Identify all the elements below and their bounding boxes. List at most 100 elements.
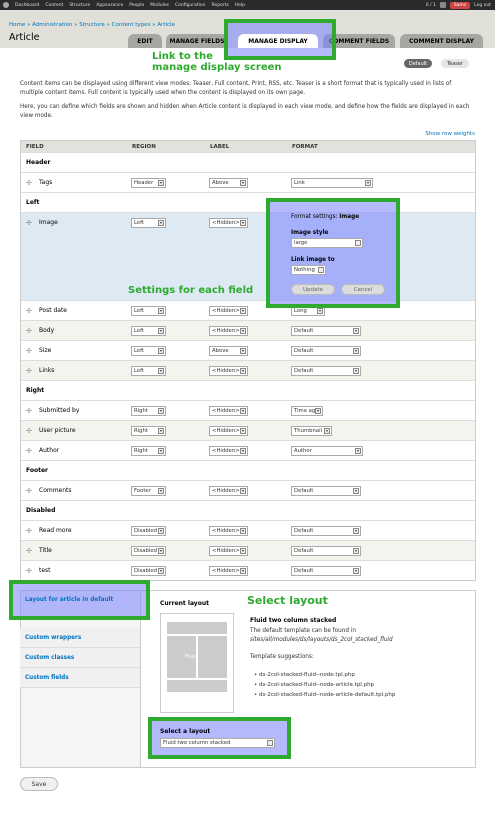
- link-image-select[interactable]: Nothing: [291, 265, 326, 275]
- region-row-disabled: Disabled: [21, 500, 475, 520]
- label-select[interactable]: <Hidden> ▾: [209, 546, 248, 556]
- label-select[interactable]: <Hidden> ▾: [209, 486, 248, 496]
- format-select[interactable]: Thumbnail ▾: [291, 426, 332, 436]
- label-select[interactable]: <Hidden> ▾: [209, 426, 248, 436]
- drag-handle-icon[interactable]: ✢: [26, 548, 32, 555]
- image-style-label: Image style: [291, 230, 329, 236]
- show-row-weights-link[interactable]: Show row weights: [425, 131, 475, 137]
- toolbar-structure[interactable]: Structure: [69, 3, 90, 8]
- region-select[interactable]: Right ▾: [131, 446, 166, 456]
- region-select[interactable]: Disabled ▾: [131, 566, 166, 576]
- format-select[interactable]: Link ▾: [291, 178, 373, 188]
- tab-manage-display[interactable]: MANAGE DISPLAY: [238, 34, 318, 48]
- region-select-value: Left: [134, 348, 144, 354]
- label-select-value: <Hidden>: [212, 448, 240, 454]
- template-suggestions-label: Template suggestions:: [250, 654, 314, 660]
- toolbar-configuration[interactable]: Configuration: [175, 3, 206, 8]
- format-select[interactable]: Default ▾: [291, 326, 361, 336]
- region-select[interactable]: Left ▾: [131, 326, 166, 336]
- cancel-button[interactable]: Cancel: [341, 284, 385, 295]
- format-select[interactable]: Default ▾: [291, 346, 361, 356]
- chevron-down-icon: ▾: [158, 428, 164, 434]
- field-row-links: ✢ Links Left ▾ <Hidden> ▾ Default ▾: [21, 360, 475, 380]
- label-select[interactable]: Above ▾: [209, 178, 248, 188]
- image-style-select[interactable]: large: [291, 238, 363, 248]
- label-select[interactable]: <Hidden> ▾: [209, 326, 248, 336]
- region-select-value: Header: [134, 180, 154, 186]
- region-select[interactable]: Footer ▾: [131, 486, 166, 496]
- label-select[interactable]: <Hidden> ▾: [209, 406, 248, 416]
- drag-handle-icon[interactable]: ✢: [26, 488, 32, 495]
- tab-edit[interactable]: EDIT: [128, 34, 162, 48]
- view-mode-default[interactable]: Default: [404, 59, 432, 68]
- drag-handle-icon[interactable]: ✢: [26, 568, 32, 575]
- toolbar-dashboard[interactable]: Dashboard: [15, 3, 39, 8]
- label-select[interactable]: Above ▾: [209, 346, 248, 356]
- vtab-custom-classes[interactable]: Custom classes: [20, 648, 140, 668]
- toolbar-appearance[interactable]: Appearance: [96, 3, 123, 8]
- region-select[interactable]: Left ▾: [131, 306, 166, 316]
- field-row-comments: ✢ Comments Footer ▾ <Hidden> ▾ Default ▾: [21, 480, 475, 500]
- format-select[interactable]: Default ▾: [291, 546, 361, 556]
- format-select[interactable]: Default ▾: [291, 486, 361, 496]
- home-icon[interactable]: [3, 2, 9, 8]
- format-select[interactable]: Time ago ▾: [291, 406, 323, 416]
- toolbar-user[interactable]: Sams: [449, 1, 471, 9]
- region-select[interactable]: Disabled ▾: [131, 546, 166, 556]
- toolbar-content[interactable]: Content: [45, 3, 63, 8]
- vtab-custom-fields[interactable]: Custom fields: [20, 668, 140, 688]
- drag-handle-icon[interactable]: ✢: [26, 328, 32, 335]
- format-select[interactable]: Default ▾: [291, 566, 361, 576]
- region-select[interactable]: Right ▾: [131, 406, 166, 416]
- drag-handle-icon[interactable]: ✢: [26, 408, 32, 415]
- drag-handle-icon[interactable]: ✢: [26, 368, 32, 375]
- field-row-post-date: ✢ Post date Left ▾ <Hidden> ▾ Long ▾: [21, 300, 475, 320]
- region-select[interactable]: Right ▾: [131, 426, 166, 436]
- region-select[interactable]: Left ▾: [131, 346, 166, 356]
- save-button[interactable]: Save: [20, 777, 58, 791]
- tab-manage-fields[interactable]: MANAGE FIELDS: [166, 34, 228, 48]
- field-name: test: [39, 567, 51, 574]
- format-select-value: Author: [294, 448, 312, 454]
- update-button[interactable]: Update: [291, 284, 335, 295]
- region-select[interactable]: Left ▾: [131, 218, 166, 228]
- toolbar-people[interactable]: People: [129, 3, 144, 8]
- toolbar-counter: 0 / 1: [425, 2, 436, 8]
- drag-handle-icon[interactable]: ✢: [26, 528, 32, 535]
- vtab-layout[interactable]: Layout for article in default: [20, 590, 142, 610]
- chevron-down-icon: ▾: [353, 548, 359, 554]
- label-select[interactable]: <Hidden> ▾: [209, 566, 248, 576]
- view-mode-teaser[interactable]: Teaser: [441, 59, 469, 68]
- format-select-value: Link: [294, 180, 305, 186]
- breadcrumb[interactable]: Home » Administration » Structure » Cont…: [9, 22, 175, 28]
- logout-link[interactable]: Log out: [474, 3, 491, 8]
- label-select[interactable]: <Hidden> ▾: [209, 306, 248, 316]
- label-select[interactable]: <Hidden> ▾: [209, 218, 248, 228]
- select-layout-dropdown[interactable]: Fluid two column stacked: [160, 738, 275, 748]
- field-row-submitted-by: ✢ Submitted by Right ▾ <Hidden> ▾ Time ago ▾: [21, 400, 475, 420]
- drag-handle-icon[interactable]: ✢: [26, 180, 32, 187]
- drag-handle-icon[interactable]: ✢: [26, 348, 32, 355]
- region-select[interactable]: Header ▾: [131, 178, 166, 188]
- region-select[interactable]: Left ▾: [131, 366, 166, 376]
- format-settings-prefix: Format settings:: [291, 214, 338, 220]
- format-select[interactable]: Default ▾: [291, 526, 361, 536]
- label-select[interactable]: <Hidden> ▾: [209, 446, 248, 456]
- region-select[interactable]: Disabled ▾: [131, 526, 166, 536]
- vtab-custom-wrappers[interactable]: Custom wrappers: [20, 628, 140, 648]
- drag-handle-icon[interactable]: ✢: [26, 428, 32, 435]
- format-select[interactable]: Default ▾: [291, 366, 361, 376]
- toolbar-reports[interactable]: Reports: [212, 3, 229, 8]
- label-select[interactable]: <Hidden> ▾: [209, 366, 248, 376]
- label-select[interactable]: <Hidden> ▾: [209, 526, 248, 536]
- format-select-value: Default: [294, 548, 314, 554]
- format-select[interactable]: Author ▾: [291, 446, 363, 456]
- chevron-down-icon: ▾: [240, 348, 246, 354]
- tab-comment-display[interactable]: COMMENT DISPLAY: [400, 34, 483, 48]
- format-select-value: Default: [294, 488, 314, 494]
- drag-handle-icon[interactable]: ✢: [26, 220, 32, 227]
- toolbar-modules[interactable]: Modules: [150, 3, 169, 8]
- drag-handle-icon[interactable]: ✢: [26, 308, 32, 315]
- toolbar-help[interactable]: Help: [235, 3, 245, 8]
- drag-handle-icon[interactable]: ✢: [26, 448, 32, 455]
